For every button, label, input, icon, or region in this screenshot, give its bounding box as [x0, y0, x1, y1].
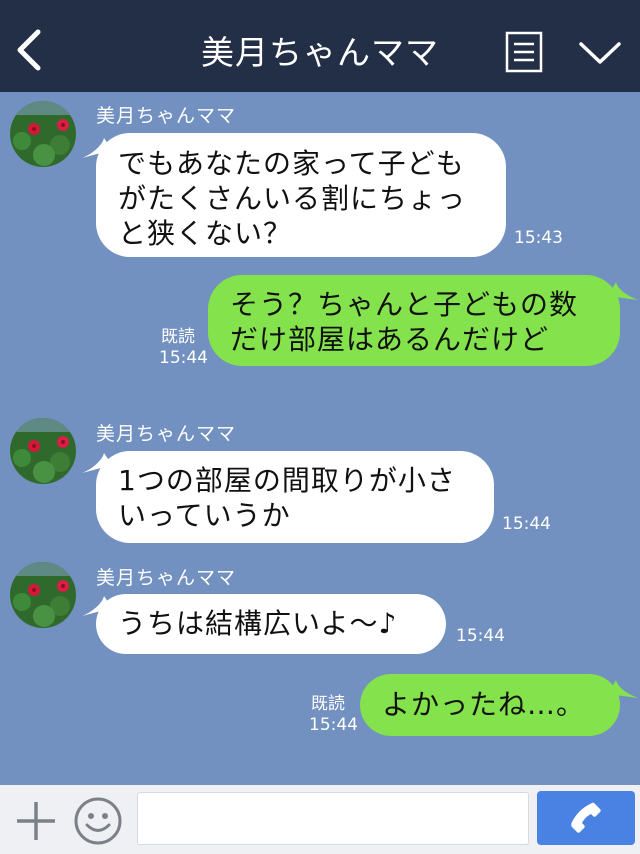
message-bubble-outgoing[interactable]: よかったね…。	[360, 674, 620, 736]
message-time: 15:44	[159, 348, 208, 368]
message-bubble-incoming[interactable]: うちは結構広いよ〜♪	[96, 594, 446, 654]
message-time: 15:44	[309, 715, 358, 735]
message-bubble-incoming[interactable]: 1つの部屋の間取りが小さ いっていうか	[96, 451, 494, 543]
bubble-tail	[608, 680, 638, 698]
plus-icon[interactable]	[14, 799, 58, 843]
avatar-flower-image	[10, 418, 76, 484]
message-bubble-outgoing[interactable]: そう？ちゃんと子どもの数 だけ部屋はあるんだけど	[208, 275, 620, 366]
message-input[interactable]	[137, 792, 529, 845]
chat-screen: 美月ちゃんママ 美月ちゃんママ でもあなたの家って子ども がたくさんいる割にちょ…	[0, 0, 640, 854]
message-bubble-incoming[interactable]: でもあなたの家って子ども がたくさんいる割にちょっ と狭くない？	[96, 133, 506, 257]
avatar-flower-image	[10, 101, 76, 167]
chat-header: 美月ちゃんママ	[0, 0, 640, 92]
message-time: 15:44	[456, 626, 505, 646]
chat-title: 美月ちゃんママ	[201, 33, 439, 72]
avatar[interactable]	[10, 101, 76, 167]
smile-icon[interactable]	[73, 796, 123, 846]
message-text: でもあなたの家って子ども がたくさんいる割にちょっ と狭くない？	[118, 147, 467, 250]
phone-icon	[571, 802, 601, 833]
avatar[interactable]	[10, 418, 76, 484]
menu-list-icon[interactable]	[505, 31, 543, 73]
sender-name: 美月ちゃんママ	[96, 567, 237, 589]
message-time: 15:44	[502, 514, 551, 534]
bubble-tail	[608, 282, 638, 300]
call-button[interactable]	[537, 791, 635, 845]
read-receipt: 既読	[161, 327, 195, 347]
avatar[interactable]	[10, 562, 76, 628]
sender-name: 美月ちゃんママ	[96, 423, 237, 445]
message-text: そう？ちゃんと子どもの数 だけ部屋はあるんだけど	[230, 288, 579, 356]
avatar-flower-image	[10, 562, 76, 628]
message-text: 1つの部屋の間取りが小さ いっていうか	[118, 464, 456, 532]
chevron-down-icon[interactable]	[578, 38, 622, 68]
message-text: うちは結構広いよ〜♪	[118, 607, 398, 640]
message-time: 15:43	[514, 228, 563, 248]
read-receipt: 既読	[311, 694, 345, 714]
sender-name: 美月ちゃんママ	[96, 105, 237, 127]
message-text: よかったね…。	[382, 688, 586, 721]
